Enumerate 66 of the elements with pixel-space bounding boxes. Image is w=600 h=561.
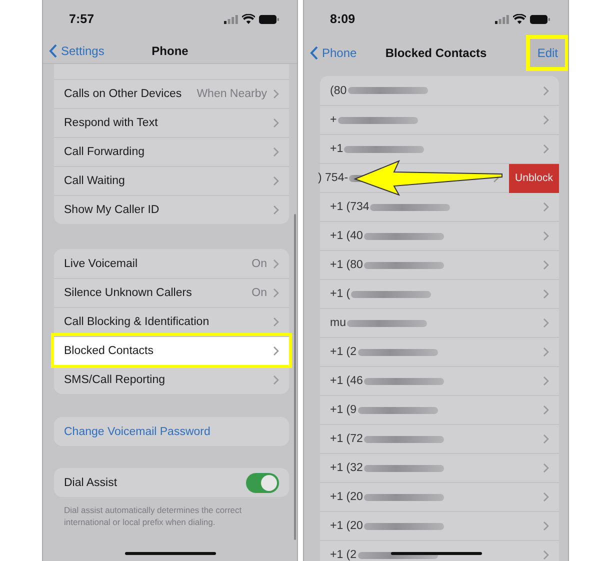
chevron-icon	[273, 346, 279, 356]
wifi-icon	[513, 14, 526, 24]
battery-icon	[259, 14, 279, 24]
toggle-switch[interactable]	[246, 472, 279, 492]
settings-row[interactable]: Respond with Text	[54, 108, 289, 137]
chevron-icon	[543, 405, 549, 415]
settings-row[interactable]: Silence Unknown Callers On	[54, 278, 289, 307]
nav-title: Blocked Contacts	[385, 46, 487, 60]
chevron-icon	[273, 118, 279, 128]
contact-row[interactable]: +1 (20	[320, 511, 559, 540]
wifi-icon	[242, 14, 255, 24]
unblock-button[interactable]: Unblock	[509, 164, 559, 192]
contact-row[interactable]: +1 (	[320, 279, 559, 308]
chevron-icon	[543, 260, 549, 270]
chevron-icon	[273, 205, 279, 215]
chevron-icon	[543, 115, 549, 125]
chevron-icon	[543, 550, 549, 560]
battery-icon	[530, 14, 550, 24]
contact-row[interactable]: +1	[320, 134, 559, 163]
contact-row[interactable]: mu	[320, 308, 559, 337]
chevron-icon	[543, 144, 549, 154]
contact-row[interactable]: +1 (40	[320, 221, 559, 250]
contact-row[interactable]: +	[320, 105, 559, 134]
chevron-icon	[273, 176, 279, 186]
contact-row[interactable]: +1 (80	[320, 250, 559, 279]
nav-title: Phone	[152, 44, 188, 58]
settings-row[interactable]: Calls on Other Devices When Nearby	[54, 79, 289, 108]
signal-icon	[224, 14, 238, 24]
chevron-icon	[543, 231, 549, 241]
chevron-icon	[543, 521, 549, 531]
chevron-icon	[543, 434, 549, 444]
contact-row[interactable]: +1 (32	[320, 453, 559, 482]
chevron-icon	[543, 492, 549, 502]
chevron-icon	[543, 289, 549, 299]
settings-row: Dial Assist	[54, 468, 289, 497]
contact-row[interactable]: +1 (46	[320, 366, 559, 395]
contact-row[interactable]: +1 (734	[320, 192, 559, 221]
chevron-icon	[543, 86, 549, 96]
contact-row[interactable]: +1 (72	[320, 424, 559, 453]
chevron-icon	[273, 147, 279, 157]
chevron-icon	[273, 317, 279, 327]
chevron-icon	[543, 376, 549, 386]
settings-row[interactable]: Show My Caller ID	[54, 195, 289, 224]
settings-row[interactable]: Live Voicemail On	[54, 249, 289, 278]
chevron-icon	[273, 89, 279, 99]
chevron-icon	[543, 463, 549, 473]
settings-row[interactable]: SMS/Call Reporting	[54, 365, 289, 394]
contact-row[interactable]: +1 (2	[320, 337, 559, 366]
chevron-icon	[543, 202, 549, 212]
back-chevron-icon	[310, 46, 318, 60]
status-time: 7:57	[69, 12, 94, 26]
settings-row[interactable]: Call Forwarding	[54, 137, 289, 166]
settings-row[interactable]: Blocked Contacts	[54, 336, 289, 365]
footnote: Dial assist automatically determines the correct international or local prefix when dialing.	[64, 504, 243, 528]
chevron-icon	[273, 375, 279, 385]
contact-row[interactable]: +1 (20	[320, 482, 559, 511]
chevron-icon	[273, 258, 279, 268]
contact-row[interactable]: (80	[320, 76, 559, 105]
settings-row[interactable]: Call Waiting	[54, 166, 289, 195]
chevron-icon	[273, 288, 279, 298]
chevron-icon	[543, 318, 549, 328]
status-time: 8:09	[330, 12, 356, 26]
signal-icon	[495, 14, 509, 24]
back-chevron-icon	[49, 44, 57, 58]
chevron-icon	[543, 347, 549, 357]
contact-row[interactable]: +1 (9	[320, 395, 559, 424]
